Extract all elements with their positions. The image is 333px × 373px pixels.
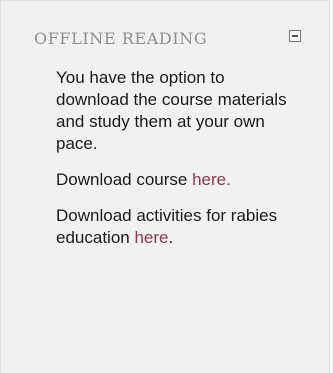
- download-activities-paragraph: Download activities for rabies education…: [56, 205, 296, 249]
- minus-square-icon: [292, 35, 298, 37]
- block-content: You have the option to download the cour…: [56, 67, 296, 263]
- download-course-link[interactable]: here.: [192, 170, 231, 189]
- intro-text: You have the option to download the cour…: [56, 68, 287, 153]
- block-title: OFFLINE READING: [34, 29, 208, 48]
- offline-reading-block: OFFLINE READING You have the option to d…: [0, 0, 330, 373]
- download-activities-link[interactable]: here: [134, 228, 168, 247]
- collapse-button[interactable]: [289, 30, 301, 42]
- block-header: OFFLINE READING: [34, 27, 317, 51]
- download-activities-period: .: [168, 228, 174, 247]
- download-course-paragraph: Download course here.: [56, 169, 296, 191]
- download-course-text: Download course: [56, 170, 193, 189]
